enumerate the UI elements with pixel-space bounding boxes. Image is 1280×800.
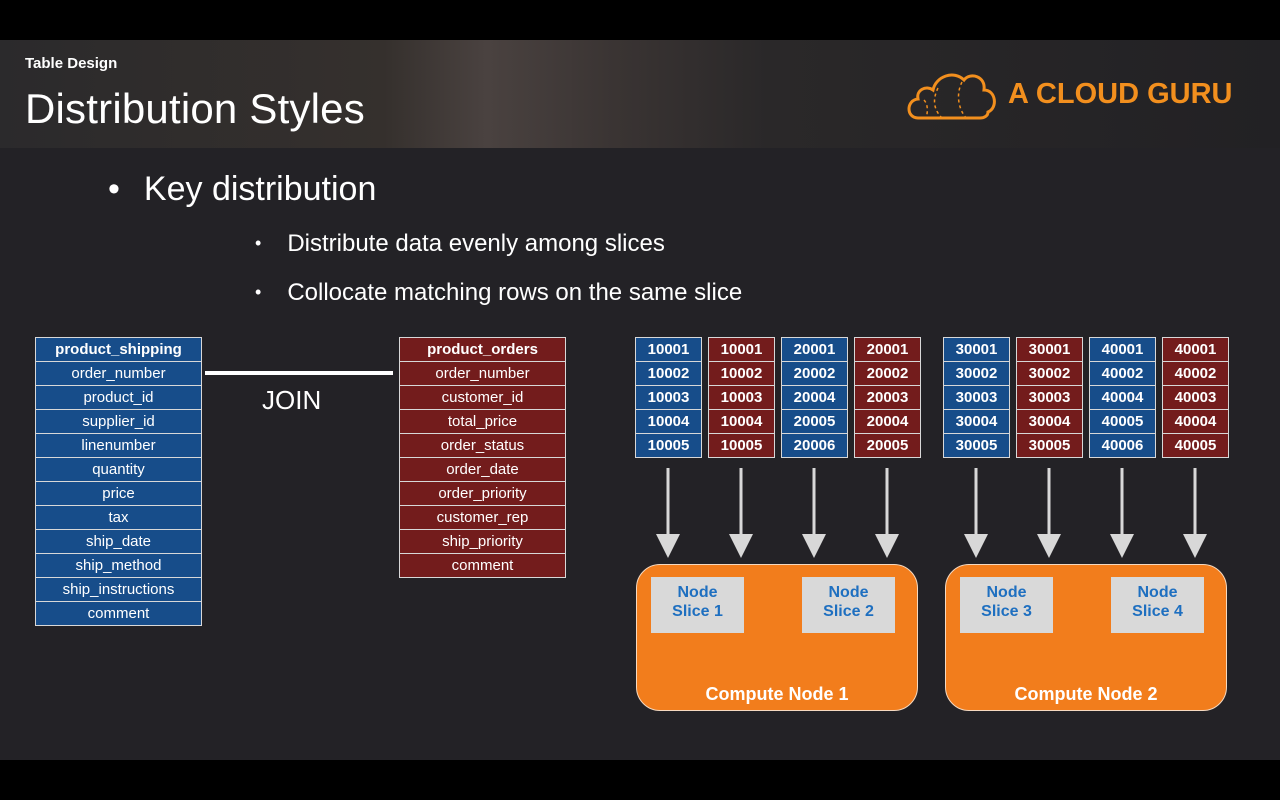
- node-slice-label: Node: [828, 584, 869, 601]
- node-slice: Node Slice 4: [1111, 577, 1204, 633]
- compute-node-label: Compute Node 2: [1014, 684, 1158, 704]
- node-slice: Node Slice 3: [960, 577, 1053, 633]
- node-slice-label: Slice 4: [1132, 603, 1183, 620]
- compute-node: Node Slice 3 Node Slice 4 Compute Node 2: [945, 564, 1227, 711]
- compute-node: Node Slice 1 Node Slice 2 Compute Node 1: [636, 564, 918, 711]
- node-slice: Node Slice 2: [802, 577, 895, 633]
- compute-node-label: Compute Node 1: [705, 684, 849, 704]
- slide: Table Design Distribution Styles A CLOUD…: [0, 40, 1280, 760]
- node-slice-label: Slice 1: [672, 603, 723, 620]
- node-slice-label: Node: [1137, 584, 1178, 601]
- node-slice-label: Slice 3: [981, 603, 1032, 620]
- node-slice: Node Slice 1: [651, 577, 744, 633]
- node-slice-label: Node: [986, 584, 1027, 601]
- node-slice-label: Slice 2: [823, 603, 874, 620]
- node-slice-label: Node: [677, 584, 718, 601]
